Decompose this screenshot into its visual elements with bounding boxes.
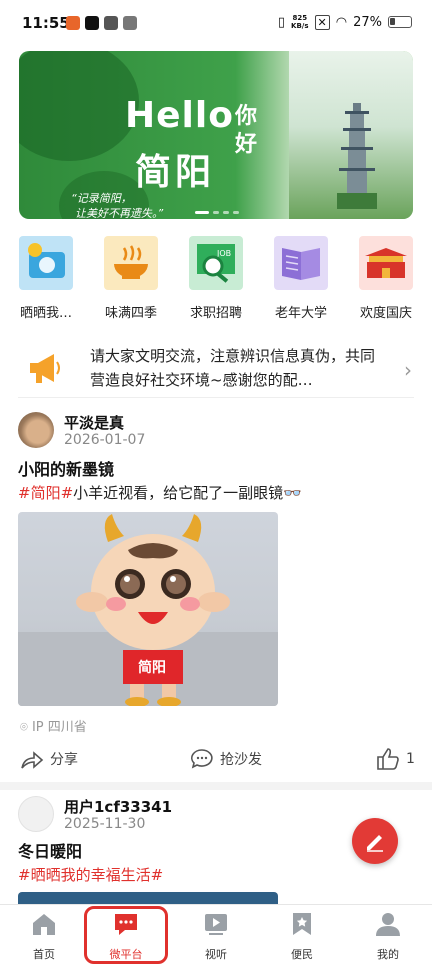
- slogan-line2: 让美好不再遗失。”: [75, 207, 164, 219]
- slogan-line1: “记录简阳，: [71, 192, 132, 205]
- post-actions: 分享 抢沙发 1: [0, 744, 432, 776]
- post-username[interactable]: 用户1cf33341: [64, 796, 172, 817]
- location-pin-icon: ⌾: [20, 720, 28, 735]
- status-right: ▯ 825 KB/s ✕ ◠ 27%: [278, 14, 412, 30]
- post-location: ⌾ IP 四川省: [20, 716, 87, 735]
- bookmark-star-icon: [293, 913, 311, 935]
- battery-icon: [388, 16, 412, 28]
- book-icon: [274, 236, 328, 290]
- avatar[interactable]: [18, 796, 54, 832]
- banner-carousel[interactable]: Hello 你好 简阳 “记录简阳， 让美好不再遗失。”: [19, 51, 413, 219]
- post-hashtag[interactable]: #晒晒我的幸福生活#: [18, 866, 163, 884]
- nav-label: 首页: [33, 948, 55, 961]
- post-ip-text: IP 四川省: [31, 720, 87, 735]
- post-body: #晒晒我的幸福生活#: [18, 864, 163, 885]
- share-button[interactable]: 分享: [20, 748, 78, 770]
- carousel-dot: [223, 211, 229, 214]
- notice-bar[interactable]: 请大家文明交流，注意辨识信息真伪，共同营造良好社交环境~感谢您的配… ›: [18, 340, 414, 398]
- thumb-up-icon: [377, 748, 399, 770]
- notification-icons: [66, 16, 137, 30]
- nav-label: 便民: [291, 948, 313, 961]
- bowl-icon: [104, 236, 158, 290]
- net-speed-value: 825: [292, 14, 308, 22]
- category-label: 欢度国庆: [359, 306, 412, 321]
- app-notification-icon: [66, 16, 80, 30]
- bottom-nav: 首页 微平台 视听 便民 我的: [0, 904, 432, 964]
- banner-city: 简阳: [135, 152, 216, 193]
- nav-label: 我的: [377, 948, 399, 961]
- category-label: 晒晒我…: [19, 306, 72, 321]
- highlight-box: [84, 906, 168, 964]
- like-count: 1: [406, 751, 415, 767]
- chevron-right-icon[interactable]: ›: [404, 358, 412, 382]
- camera-sun-icon: [19, 236, 73, 290]
- nav-item-media[interactable]: 视听: [186, 911, 246, 962]
- post-title: 小阳的新墨镜: [18, 460, 115, 479]
- category-label: 求职招聘: [189, 306, 242, 321]
- nav-item-profile[interactable]: 我的: [358, 911, 418, 962]
- post-body: #简阳#小羊近视看，给它配了一副眼镜👓: [18, 482, 302, 503]
- post-hashtag[interactable]: #简阳#: [18, 484, 73, 502]
- post-image[interactable]: [18, 892, 278, 904]
- carousel-dot-active: [195, 211, 209, 214]
- leaf-decoration: [19, 51, 139, 161]
- banner-nihao: 你好: [235, 104, 258, 157]
- nav-item-services[interactable]: 便民: [272, 911, 332, 962]
- app-notification-icon: [104, 16, 118, 30]
- svg-text:JOB: JOB: [216, 249, 231, 258]
- share-label: 分享: [50, 752, 78, 768]
- category-row: 晒晒我… 味满四季 JOB 求职招聘 老年大学 欢度国庆: [0, 236, 432, 326]
- category-item-0[interactable]: 晒晒我…: [6, 236, 86, 321]
- avatar[interactable]: [18, 412, 54, 448]
- carousel-indicator: [195, 211, 239, 214]
- like-button[interactable]: 1: [376, 748, 415, 770]
- status-time: 11:55: [22, 14, 70, 32]
- category-label: 味满四季: [104, 306, 157, 321]
- category-label: 老年大学: [274, 306, 327, 321]
- notice-text: 请大家文明交流，注意辨识信息真伪，共同营造良好社交环境~感谢您的配…: [90, 347, 376, 389]
- wifi-icon: ◠: [335, 14, 348, 30]
- category-item-3[interactable]: 老年大学: [261, 236, 341, 321]
- vibrate-icon: ▯: [277, 14, 286, 30]
- sheep-mascot-image: 简阳: [76, 514, 230, 706]
- net-speed-unit: KB/s: [291, 22, 309, 30]
- tiktok-icon: [85, 16, 99, 30]
- compose-button[interactable]: [352, 818, 398, 864]
- nav-label: 视听: [205, 948, 227, 961]
- comment-button[interactable]: 抢沙发: [190, 748, 262, 770]
- network-speed: 825 KB/s: [291, 14, 308, 30]
- job-search-icon: JOB: [189, 236, 243, 290]
- comment-label: 抢沙发: [220, 752, 262, 768]
- post-date: 2025-11-30: [64, 816, 146, 832]
- post-image[interactable]: 简阳: [18, 512, 278, 706]
- banner-slogan: “记录简阳， 让美好不再遗失。”: [71, 191, 163, 219]
- post-title: 冬日暖阳: [18, 842, 83, 861]
- post-divider: [0, 782, 432, 790]
- status-bar: 11:55 ▯ 825 KB/s ✕ ◠ 27%: [0, 0, 432, 44]
- nav-item-home[interactable]: 首页: [14, 911, 74, 962]
- post-date: 2026-01-07: [64, 432, 146, 448]
- pencil-icon: [367, 835, 383, 852]
- home-icon: [33, 914, 55, 935]
- megaphone-icon: [30, 354, 60, 383]
- category-item-2[interactable]: JOB 求职招聘: [176, 236, 256, 321]
- person-icon: [376, 913, 400, 936]
- play-video-icon: [205, 914, 227, 935]
- post-username[interactable]: 平淡是真: [64, 412, 124, 433]
- category-item-1[interactable]: 味满四季: [91, 236, 171, 321]
- link-icon: [123, 16, 137, 30]
- carousel-dot: [213, 211, 219, 214]
- carousel-dot: [233, 211, 239, 214]
- post-body-text: 小羊近视看，给它配了一副眼镜👓: [73, 484, 302, 502]
- gate-icon: [359, 236, 413, 290]
- category-item-4[interactable]: 欢度国庆: [346, 236, 426, 321]
- pagoda-image: [337, 103, 377, 209]
- share-icon: [21, 751, 44, 769]
- battery-percent: 27%: [353, 14, 382, 30]
- no-sim-icon: ✕: [314, 14, 330, 30]
- comment-icon: [191, 749, 213, 769]
- shirt-text: 简阳: [138, 659, 166, 676]
- banner-hello: Hello: [125, 95, 234, 136]
